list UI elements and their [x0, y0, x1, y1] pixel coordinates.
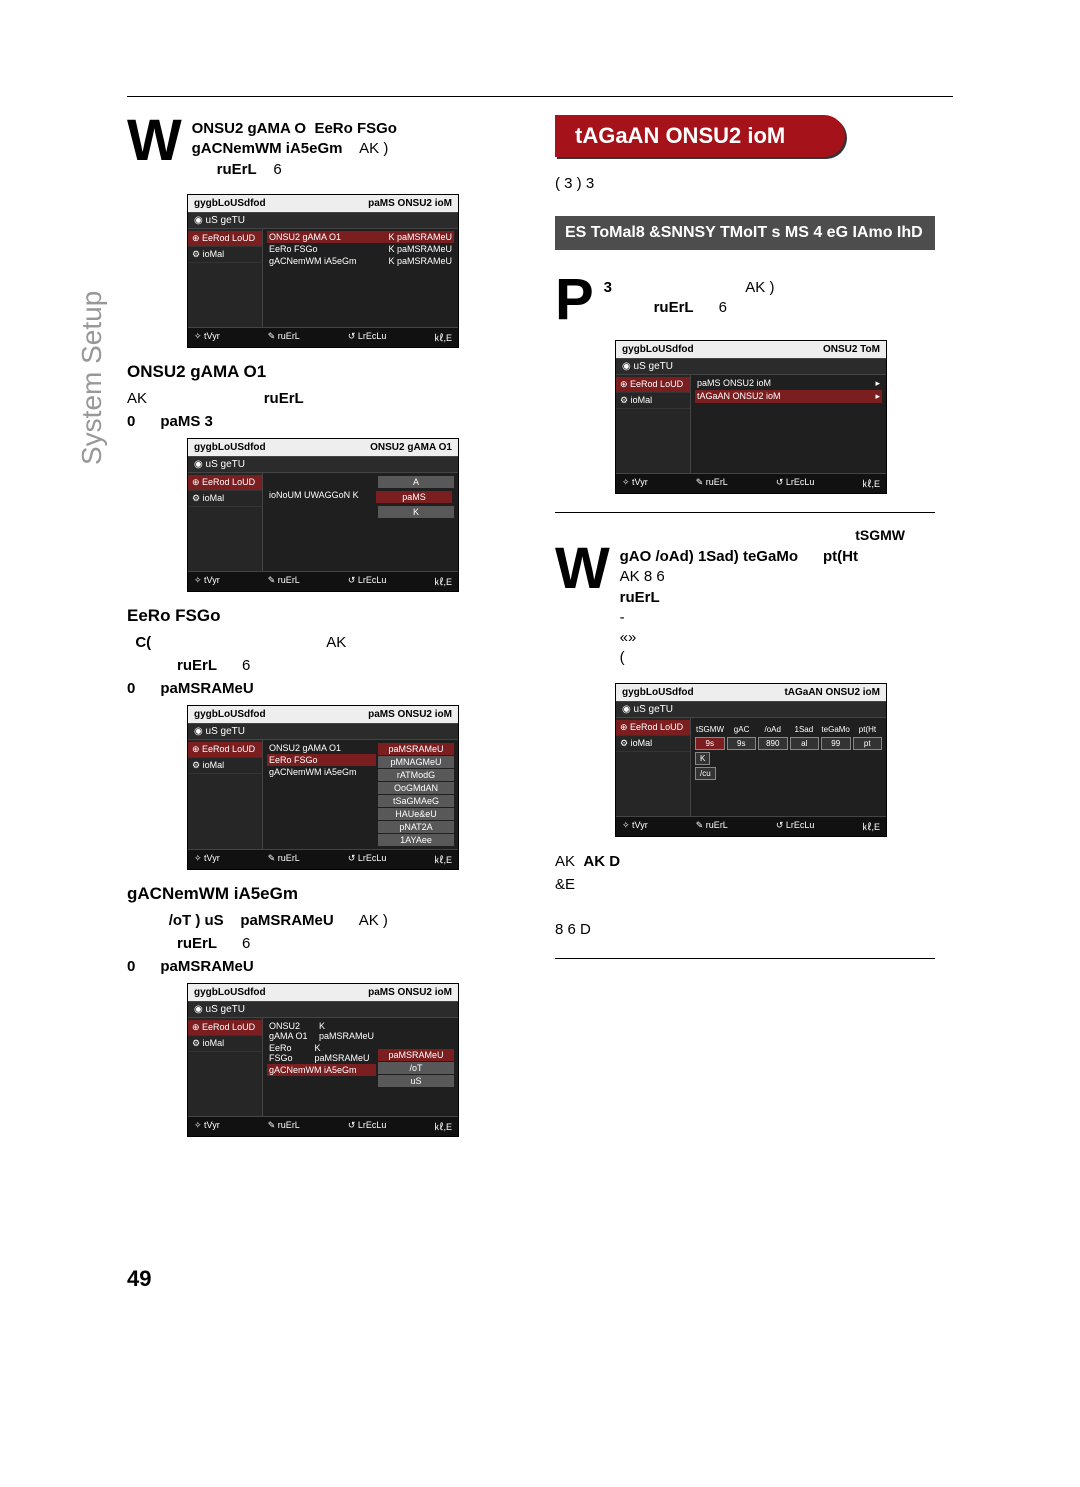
footer-move-icon: ✧ tVyr	[194, 853, 220, 866]
menu-row[interactable]: paMS ONSU2 ioM▸	[695, 377, 882, 390]
section-head-b: EeRo FSGo	[127, 606, 507, 626]
bar-heading: ES ToMal8 &SNNSY TMoIT s MS 4 eG IAmo Ih…	[555, 216, 935, 250]
intro-block-w: W ONSU2 gAMA O EeRo FSGo gACNemWM iA5eGm…	[127, 115, 507, 180]
section-head-a: ONSU2 gAMA O1	[127, 362, 507, 382]
divider	[555, 958, 935, 959]
footer-return-icon: ↺ LrEcLu	[348, 853, 387, 866]
menu-side-item[interactable]: ⊕ EeRod LoUD	[188, 742, 262, 758]
menu-side-item[interactable]: ⚙ ioMal	[188, 758, 262, 774]
dropdown-option[interactable]: HAUe&eU	[378, 808, 454, 820]
footer-exit-icon: ㎘,E	[434, 331, 452, 344]
page-number: 49	[127, 1266, 151, 1292]
intro-block-p: P 3 AK ) ruErL 6	[555, 274, 935, 326]
divider	[555, 512, 935, 513]
side-label: System Setup	[76, 291, 108, 465]
footer-move-icon: ✧ tVyr	[194, 575, 220, 588]
dropdown-option[interactable]: pNAT2A	[378, 821, 454, 833]
footer-return-icon: ↺ LrEcLu	[348, 1120, 387, 1133]
footer-select-icon: ✎ ruErL	[268, 1120, 300, 1133]
footer-exit-icon: ㎘,E	[862, 820, 880, 833]
menu-side-item[interactable]: ⚙ ioMal	[616, 393, 690, 409]
dropdown-option[interactable]: tSaGMAeG	[378, 795, 454, 807]
dropdown-option[interactable]: /oT	[378, 1062, 454, 1074]
step-sequence: ( 3 ) 3	[555, 175, 935, 192]
dropdown-option[interactable]: OoGMdAN	[378, 782, 454, 794]
menu-screenshot-c: gygbLoUSdfodpaMS ONSU2 ioM ◉ uS geTU ⊕ E…	[187, 705, 459, 870]
menu-side-item[interactable]: ⊕ EeRod LoUD	[188, 231, 262, 247]
menu-screenshot-e: gygbLoUSdfodONSU2 ToM ◉ uS geTU ⊕ EeRod …	[615, 340, 887, 494]
dropcap-w: W	[127, 115, 182, 167]
footer-select-icon: ✎ ruErL	[268, 853, 300, 866]
menu-side-item[interactable]: ⊕ EeRod LoUD	[616, 720, 690, 736]
footer-select-icon: ✎ ruErL	[696, 477, 728, 490]
section-red-tab: tAGaAN ONSU2 ioM	[555, 115, 845, 157]
intro-block-w2: tSGMW W gAO /oAd) 1Sad) teGaMo pt(Ht AK …	[555, 527, 935, 669]
menu-side-item[interactable]: ⊕ EeRod LoUD	[616, 377, 690, 393]
table-row[interactable]: 9s 9s 890 al 99 pt	[695, 737, 882, 750]
dropdown-option[interactable]: paMSRAMeU	[378, 1049, 454, 1061]
footer-return-icon: ↺ LrEcLu	[348, 575, 387, 588]
dropdown-option[interactable]: rATModG	[378, 769, 454, 781]
footer-return-icon: ↺ LrEcLu	[348, 331, 387, 344]
dropdown-option[interactable]: pMNAGMeU	[378, 756, 454, 768]
footer-move-icon: ✧ tVyr	[194, 1120, 220, 1133]
intro-text: ONSU2 gAMA O EeRo FSGo gACNemWM iA5eGm A…	[192, 115, 397, 180]
footer-return-icon: ↺ LrEcLu	[776, 820, 815, 833]
menu-screenshot-d: gygbLoUSdfodpaMS ONSU2 ioM ◉ uS geTU ⊕ E…	[187, 983, 459, 1137]
footer-move-icon: ✧ tVyr	[622, 477, 648, 490]
footer-exit-icon: ㎘,E	[434, 853, 452, 866]
footer-move-icon: ✧ tVyr	[194, 331, 220, 344]
dropdown-option[interactable]: uS	[378, 1075, 454, 1087]
menu-row[interactable]: ONSU2 gAMA O1K paMSRAMeU	[267, 231, 454, 243]
section-head-c: gACNemWM iA5eGm	[127, 884, 507, 904]
menu-row[interactable]: EeRo FSGoK paMSRAMeU	[267, 243, 454, 255]
menu-side-item[interactable]: ⚙ ioMal	[616, 736, 690, 752]
top-rule	[127, 96, 953, 97]
menu-row[interactable]: tAGaAN ONSU2 ioM▸	[695, 390, 882, 403]
footer-return-icon: ↺ LrEcLu	[776, 477, 815, 490]
menu-side-item[interactable]: ⚙ ioMal	[188, 247, 262, 263]
menu-row[interactable]: gACNemWM iA5eGmK paMSRAMeU	[267, 255, 454, 267]
footer-select-icon: ✎ ruErL	[268, 575, 300, 588]
menu-side-item[interactable]: ⚙ ioMal	[188, 491, 262, 507]
menu-screenshot-a: gygbLoUSdfodpaMS ONSU2 ioM ◉ uS geTU ⊕ E…	[187, 194, 459, 348]
menu-side-item[interactable]: ⚙ ioMal	[188, 1036, 262, 1052]
footer-select-icon: ✎ ruErL	[696, 820, 728, 833]
menu-screenshot-b: gygbLoUSdfodONSU2 gAMA O1 ◉ uS geTU ⊕ Ee…	[187, 438, 459, 592]
menu-side-item[interactable]: ⊕ EeRod LoUD	[188, 475, 262, 491]
menu-side-item[interactable]: ⊕ EeRod LoUD	[188, 1020, 262, 1036]
menu-screenshot-f: gygbLoUSdfodtAGaAN ONSU2 ioM ◉ uS geTU ⊕…	[615, 683, 887, 837]
footer-move-icon: ✧ tVyr	[622, 820, 648, 833]
footer-select-icon: ✎ ruErL	[268, 331, 300, 344]
footer-exit-icon: ㎘,E	[434, 1120, 452, 1133]
dropcap-w2: W	[555, 543, 610, 595]
dropdown-option[interactable]: 1AYAee	[378, 834, 454, 846]
footer-exit-icon: ㎘,E	[862, 477, 880, 490]
footer-exit-icon: ㎘,E	[434, 575, 452, 588]
dropcap-p: P	[555, 274, 594, 326]
dropdown-option[interactable]: paMSRAMeU	[378, 743, 454, 755]
